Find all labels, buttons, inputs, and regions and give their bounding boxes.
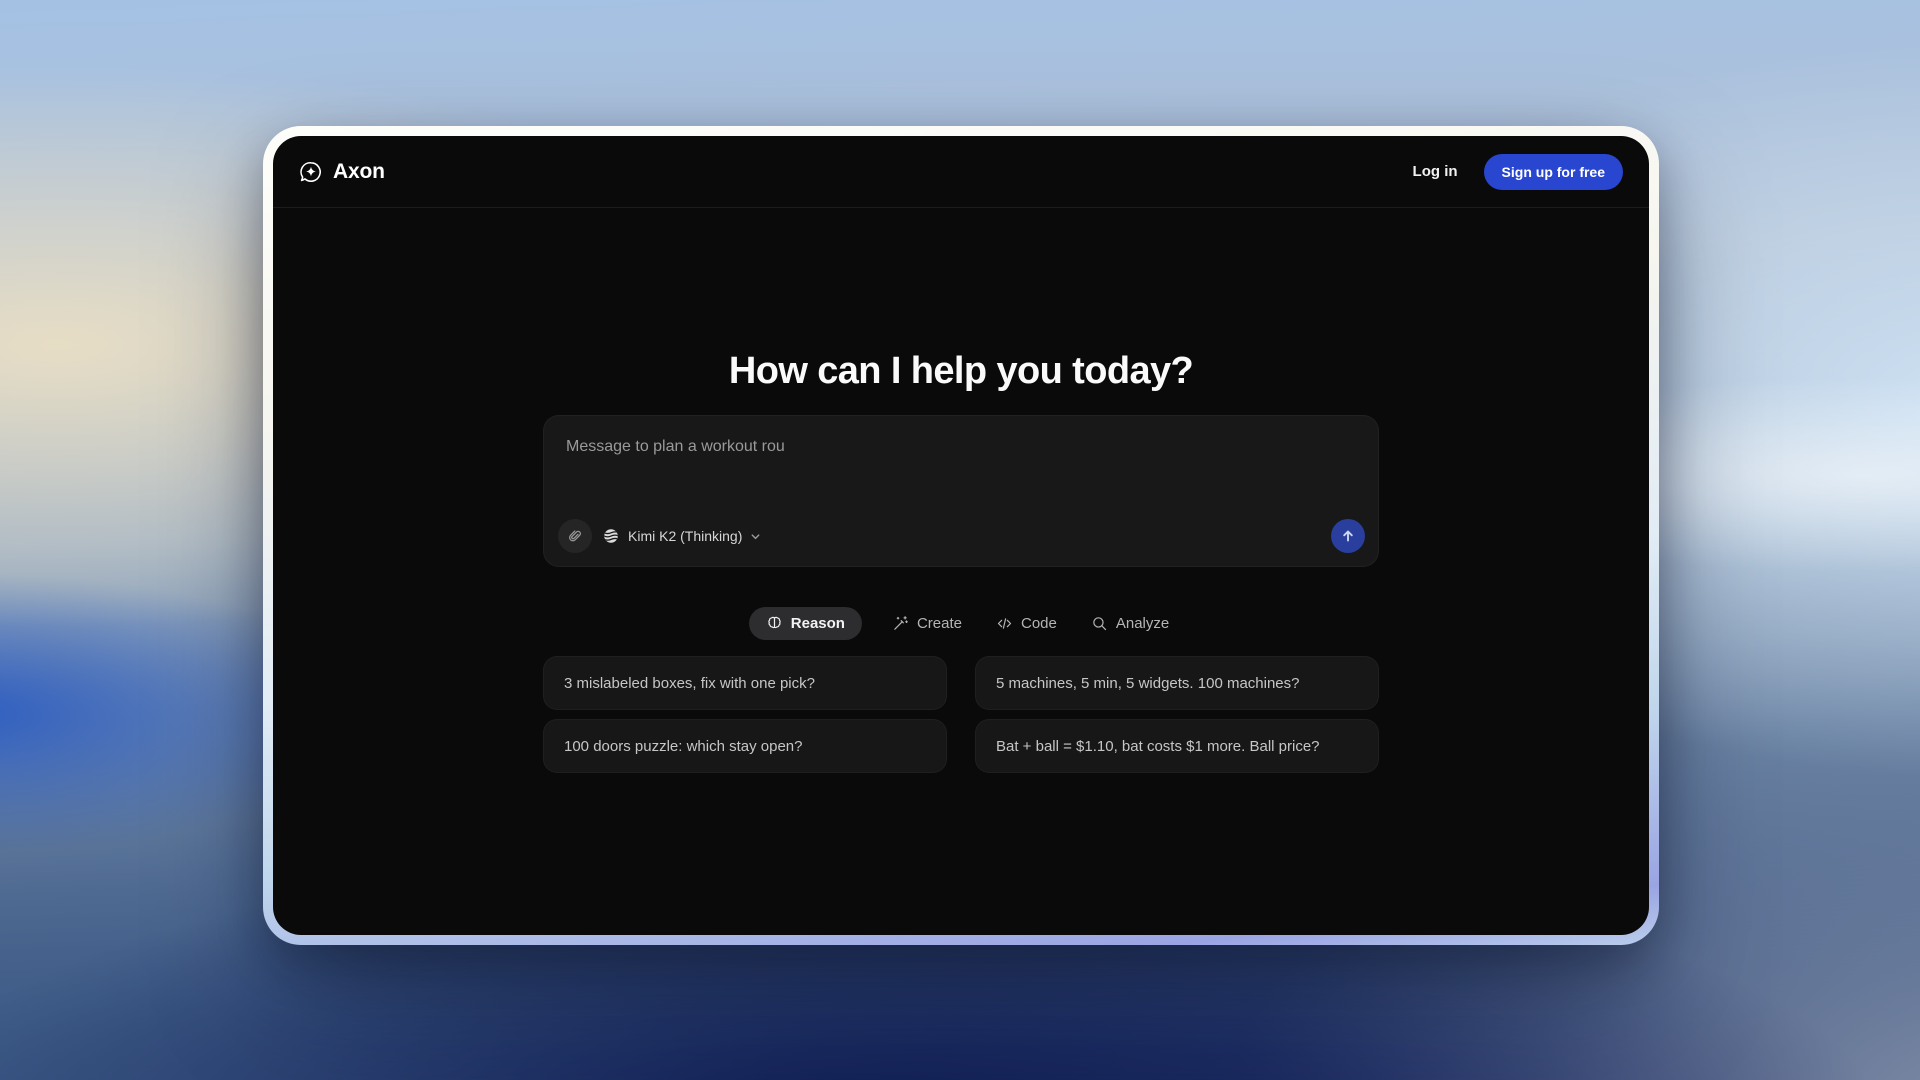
login-button[interactable]: Log in [1413, 163, 1458, 180]
suggestion-card[interactable]: 100 doors puzzle: which stay open? [543, 719, 947, 773]
magnifier-icon [1091, 615, 1108, 632]
tab-analyze[interactable]: Analyze [1087, 607, 1173, 640]
tab-label: Code [1021, 615, 1057, 632]
composer-toolbar: Kimi K2 (Thinking) [544, 519, 1378, 566]
composer: Kimi K2 (Thinking) [543, 415, 1379, 567]
code-icon [996, 615, 1013, 632]
category-tabs: Reason Create [749, 605, 1173, 641]
tab-label: Analyze [1116, 615, 1169, 632]
model-name: Kimi K2 (Thinking) [628, 528, 742, 544]
composer-toolbar-left: Kimi K2 (Thinking) [558, 519, 761, 553]
main-content: How can I help you today? [273, 208, 1649, 935]
wand-icon [892, 615, 909, 632]
suggestion-card[interactable]: 5 machines, 5 min, 5 widgets. 100 machin… [975, 656, 1379, 710]
suggestion-card[interactable]: 3 mislabeled boxes, fix with one pick? [543, 656, 947, 710]
brain-icon [766, 615, 783, 632]
brand[interactable]: Axon [299, 160, 385, 184]
attach-button[interactable] [558, 519, 592, 553]
desktop-wallpaper: Axon Log in Sign up for free How can I h… [0, 0, 1920, 1080]
chevron-down-icon [750, 531, 761, 542]
tab-reason[interactable]: Reason [749, 607, 862, 640]
paperclip-icon [567, 528, 583, 544]
tab-code[interactable]: Code [992, 607, 1061, 640]
brand-name: Axon [333, 160, 385, 184]
suggestion-card[interactable]: Bat + ball = $1.10, bat costs $1 more. B… [975, 719, 1379, 773]
arrow-up-icon [1340, 528, 1356, 544]
message-input[interactable] [544, 416, 1378, 519]
tab-label: Reason [791, 615, 845, 632]
app-header: Axon Log in Sign up for free [273, 136, 1649, 208]
tab-create[interactable]: Create [888, 607, 966, 640]
kimi-sphere-icon [602, 527, 620, 545]
model-selector[interactable]: Kimi K2 (Thinking) [602, 527, 761, 545]
app-window-frame: Axon Log in Sign up for free How can I h… [263, 126, 1659, 945]
header-actions: Log in Sign up for free [1413, 154, 1623, 190]
page-title: How can I help you today? [729, 348, 1193, 394]
suggestion-cards: 3 mislabeled boxes, fix with one pick? 5… [543, 656, 1379, 773]
signup-button[interactable]: Sign up for free [1484, 154, 1623, 190]
axon-logo-icon [299, 160, 323, 184]
tab-label: Create [917, 615, 962, 632]
send-button[interactable] [1331, 519, 1365, 553]
app-window: Axon Log in Sign up for free How can I h… [273, 136, 1649, 935]
